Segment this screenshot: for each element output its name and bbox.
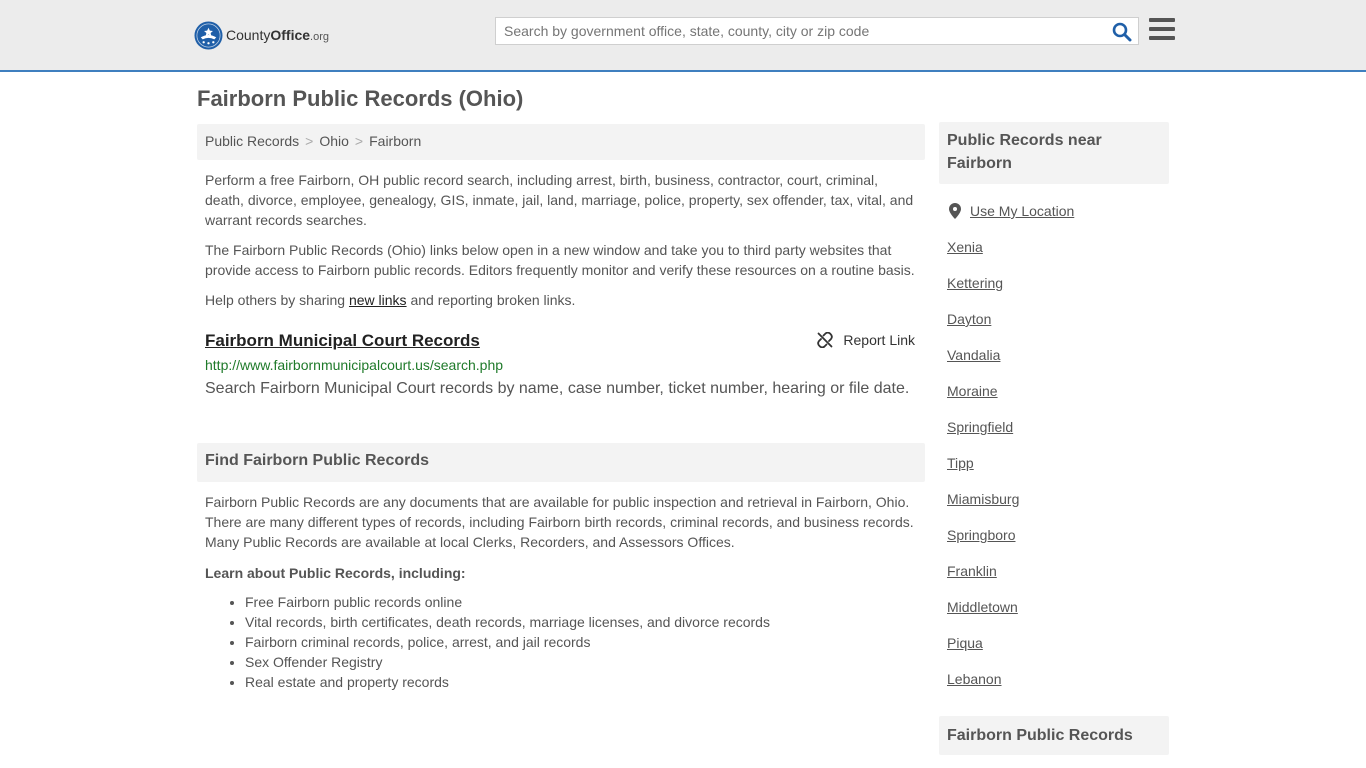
- sidebar-item-tipp: Tipp: [947, 453, 1161, 489]
- menu-bar: [1149, 36, 1175, 40]
- city-link[interactable]: Kettering: [947, 275, 1003, 291]
- breadcrumb-public-records[interactable]: Public Records: [205, 133, 299, 149]
- report-link-button[interactable]: Report Link: [817, 332, 915, 348]
- sidebar-item-kettering: Kettering: [947, 273, 1161, 309]
- city-link[interactable]: Lebanon: [947, 671, 1002, 687]
- sidebar: Public Records near Fairborn Use My Loca…: [939, 122, 1169, 755]
- city-link[interactable]: Miamisburg: [947, 491, 1019, 507]
- sidebar-item-franklin: Franklin: [947, 561, 1161, 597]
- logo-brand-primary: County: [226, 27, 271, 43]
- topics-list: Free Fairborn public records online Vita…: [197, 592, 925, 692]
- main-content: Public Records > Ohio > Fairborn Perform a f…: [197, 124, 925, 692]
- breadcrumb-ohio[interactable]: Ohio: [319, 133, 349, 149]
- new-links-link[interactable]: new links: [349, 292, 407, 308]
- page-title: Fairborn Public Records (Ohio): [197, 86, 524, 111]
- city-link[interactable]: Springboro: [947, 527, 1016, 543]
- county-seal-icon: [194, 20, 223, 50]
- sidebar-item-piqua: Piqua: [947, 633, 1161, 669]
- record-title-link[interactable]: Fairborn Municipal Court Records: [205, 330, 480, 352]
- city-link[interactable]: Xenia: [947, 239, 983, 255]
- sidebar-item-middletown: Middletown: [947, 597, 1161, 633]
- sidebar-item-lebanon: Lebanon: [947, 669, 1161, 705]
- learn-heading: Learn about Public Records, including:: [205, 565, 466, 581]
- breadcrumb-fairborn: Fairborn: [369, 133, 422, 149]
- map-pin-icon: [949, 203, 961, 219]
- breadcrumb-separator: >: [305, 133, 314, 149]
- sidebar-item-springboro: Springboro: [947, 525, 1161, 561]
- hamburger-menu-icon[interactable]: [1149, 18, 1175, 42]
- broken-link-icon: [817, 332, 834, 348]
- list-item: Vital records, birth certificates, death…: [245, 612, 925, 632]
- site-logo[interactable]: CountyOffice.org: [194, 20, 329, 50]
- sidebar-item-dayton: Dayton: [947, 309, 1161, 345]
- city-link[interactable]: Middletown: [947, 599, 1018, 615]
- nearby-cities-list: Xenia Kettering Dayton Vandalia Moraine …: [939, 237, 1169, 705]
- breadcrumb-separator: >: [354, 133, 364, 149]
- report-link-label: Report Link: [843, 332, 915, 348]
- site-header: CountyOffice.org: [0, 0, 1366, 72]
- share-text-before: Help others by sharing: [205, 292, 349, 308]
- search-icon[interactable]: [1112, 22, 1132, 42]
- share-paragraph: Help others by sharing new links and rep…: [197, 290, 925, 310]
- sidebar-item-miamisburg: Miamisburg: [947, 489, 1161, 525]
- city-link[interactable]: Vandalia: [947, 347, 1000, 363]
- menu-bar: [1149, 27, 1175, 31]
- disclaimer-paragraph: The Fairborn Public Records (Ohio) links…: [205, 242, 915, 278]
- city-link[interactable]: Franklin: [947, 563, 997, 579]
- menu-bar: [1149, 18, 1175, 22]
- city-link[interactable]: Piqua: [947, 635, 983, 651]
- find-records-heading: Find Fairborn Public Records: [197, 443, 925, 482]
- city-link[interactable]: Dayton: [947, 311, 991, 327]
- city-link[interactable]: Springfield: [947, 419, 1013, 435]
- intro-paragraph: Perform a free Fairborn, OH public recor…: [205, 172, 914, 228]
- list-item: Real estate and property records: [245, 672, 925, 692]
- logo-brand-suffix: .org: [310, 31, 330, 43]
- use-location: Use My Location: [939, 201, 1169, 237]
- record-description: Search Fairborn Municipal Court records …: [205, 380, 910, 397]
- sidebar-heading: Public Records near Fairborn: [939, 122, 1169, 184]
- sidebar-item-springfield: Springfield: [947, 417, 1161, 453]
- record-item: Fairborn Municipal Court Records Report …: [197, 330, 925, 400]
- share-text-after: and reporting broken links.: [406, 292, 576, 308]
- search-box: [495, 17, 1139, 45]
- logo-brand-bold: Office: [270, 27, 311, 43]
- list-item: Fairborn criminal records, police, arres…: [245, 632, 925, 652]
- city-link[interactable]: Tipp: [947, 455, 974, 471]
- city-link[interactable]: Moraine: [947, 383, 998, 399]
- list-item: Sex Offender Registry: [245, 652, 925, 672]
- find-records-body: Fairborn Public Records are any document…: [205, 494, 914, 550]
- search-input[interactable]: [496, 18, 1112, 44]
- sidebar-item-vandalia: Vandalia: [947, 345, 1161, 381]
- use-my-location-link[interactable]: Use My Location: [970, 201, 1074, 221]
- logo-text: CountyOffice.org: [226, 27, 329, 43]
- sidebar-item-moraine: Moraine: [947, 381, 1161, 417]
- sidebar-heading-2: Fairborn Public Records: [939, 716, 1169, 755]
- sidebar-item-xenia: Xenia: [947, 237, 1161, 273]
- record-url: http://www.fairbornmunicipalcourt.us/sea…: [205, 357, 504, 373]
- breadcrumb: Public Records > Ohio > Fairborn: [197, 124, 925, 160]
- list-item: Free Fairborn public records online: [245, 592, 925, 612]
